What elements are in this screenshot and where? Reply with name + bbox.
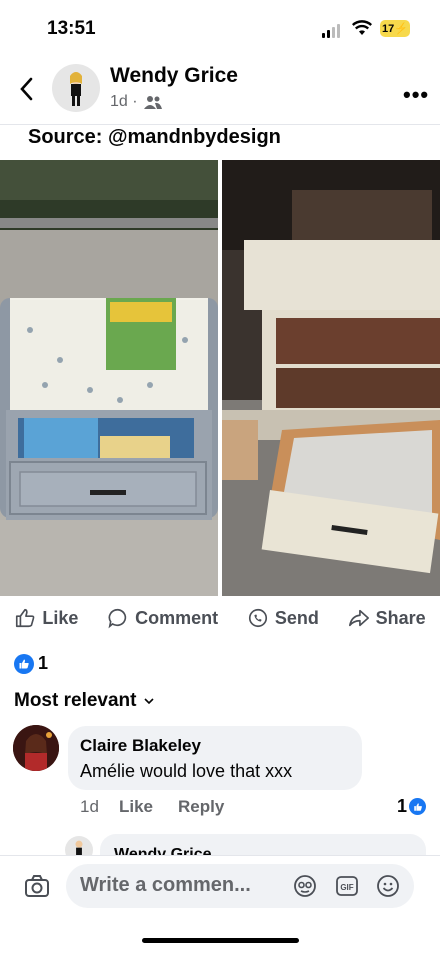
friends-icon — [143, 96, 162, 109]
back-arrow-icon[interactable] — [18, 74, 34, 104]
post-meta: 1d · — [110, 93, 163, 111]
comment-reply-button[interactable]: Reply — [178, 797, 224, 817]
like-reaction-icon — [409, 798, 427, 815]
comment-reaction-count[interactable]: 1 — [397, 796, 427, 817]
post-photo-original-nightstand[interactable] — [222, 160, 440, 596]
reaction-count: 1 — [38, 653, 49, 673]
author-name[interactable]: Wendy Grice — [110, 64, 238, 88]
emoji-icon[interactable] — [376, 874, 400, 898]
svg-text:GIF: GIF — [340, 883, 353, 892]
reaction-summary[interactable]: 1 — [14, 653, 48, 674]
gif-icon[interactable]: GIF — [335, 874, 359, 898]
commenter-avatar[interactable] — [13, 725, 59, 771]
share-icon — [348, 609, 369, 627]
header-divider — [0, 124, 440, 125]
camera-icon[interactable] — [24, 873, 50, 899]
post-caption: Source: @mandnbydesign — [28, 126, 281, 148]
post-action-bar: Like Comment Send Share — [0, 600, 440, 636]
like-icon — [16, 608, 35, 628]
post-time: 1d · — [110, 93, 138, 110]
like-reaction-icon — [14, 653, 34, 674]
send-icon — [248, 608, 267, 628]
comment-icon — [108, 608, 127, 629]
comment-like-button[interactable]: Like — [119, 797, 153, 817]
share-button[interactable]: Share — [348, 607, 426, 629]
avatar-sticker-icon[interactable] — [293, 874, 317, 898]
comment-sort-dropdown[interactable]: Most relevant — [14, 690, 155, 712]
status-time: 13:51 — [47, 18, 96, 39]
comment-time: 1d — [80, 797, 99, 816]
sort-label: Most relevant — [14, 690, 137, 711]
like-label: Like — [42, 607, 79, 628]
comment-button[interactable]: Comment — [107, 607, 218, 629]
home-indicator — [142, 938, 299, 943]
comment-text: Amélie would love that xxx — [80, 761, 293, 781]
like-button[interactable]: Like — [14, 607, 78, 629]
comment-input-placeholder: Write a commen... — [80, 874, 251, 896]
signal-icon — [322, 24, 340, 38]
comment-label: Comment — [135, 607, 219, 628]
battery-indicator: 17 ⚡ — [380, 20, 410, 37]
post-photo-finished-chair[interactable] — [0, 160, 218, 596]
author-avatar[interactable] — [52, 64, 100, 112]
comment-reaction-number: 1 — [397, 796, 408, 816]
chevron-down-icon — [144, 698, 155, 705]
wifi-icon — [352, 20, 372, 35]
share-label: Share — [375, 607, 426, 628]
send-button[interactable]: Send — [247, 607, 319, 629]
commenter-name[interactable]: Claire Blakeley — [80, 736, 201, 756]
send-label: Send — [274, 607, 319, 628]
more-icon[interactable]: ••• — [403, 82, 429, 108]
